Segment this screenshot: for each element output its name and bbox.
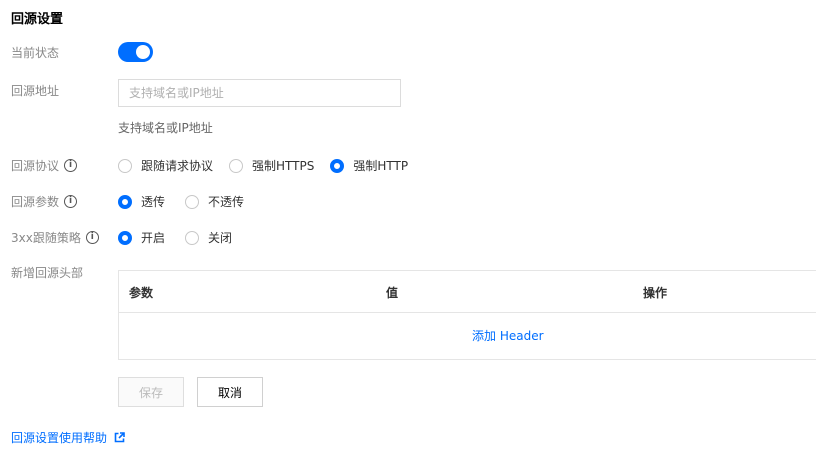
redirect-option-on[interactable]: 开启 [118,229,165,246]
radio-selected-icon [330,158,345,173]
status-label: 当前状态 [11,46,60,60]
info-icon[interactable]: i [64,159,78,172]
protocol-label-group: 回源协议 i [11,157,78,174]
protocol-label: 回源协议 [11,159,60,173]
add-header-link[interactable]: 添加 Header [472,327,544,344]
headers-table: 参数 值 操作 添加 Header [118,270,816,360]
cancel-button[interactable]: 取消 [197,377,263,407]
toggle-knob [136,45,150,59]
redirect-label-group: 3xx跟随策略 i [11,229,99,246]
table-header: 参数 值 操作 [119,271,816,313]
column-value: 值 [386,286,399,300]
redirect-label: 3xx跟随策略 [11,231,81,245]
column-param: 参数 [129,286,154,300]
address-label: 回源地址 [11,84,60,98]
info-icon[interactable]: i [64,195,78,208]
radio-icon [229,158,244,173]
column-action: 操作 [643,286,668,300]
help-link[interactable]: 回源设置使用帮助 [11,429,125,446]
protocol-option-https[interactable]: 强制HTTPS [229,157,314,174]
origin-address-input[interactable] [118,79,401,107]
protocol-option-http[interactable]: 强制HTTP [330,157,408,174]
radio-selected-icon [118,194,132,209]
status-toggle[interactable] [118,42,153,62]
redirect-option-off[interactable]: 关闭 [185,229,232,246]
protocol-radio-group: 跟随请求协议 强制HTTPS 强制HTTP [118,157,424,174]
save-button[interactable]: 保存 [118,377,184,407]
info-icon[interactable]: i [85,231,99,244]
radio-selected-icon [118,230,132,245]
help-link-label: 回源设置使用帮助 [11,431,108,445]
params-label: 回源参数 [11,195,60,209]
radio-icon [118,158,132,173]
external-link-icon [114,432,125,443]
params-option-pass[interactable]: 透传 [118,193,165,210]
radio-icon [185,230,200,245]
protocol-option-follow[interactable]: 跟随请求协议 [118,157,213,174]
params-radio-group: 透传 不透传 [118,193,260,210]
params-option-nopass[interactable]: 不透传 [185,193,244,210]
headers-label: 新增回源头部 [11,266,84,280]
radio-icon [185,194,200,209]
address-hint: 支持域名或IP地址 [118,121,213,135]
page-title: 回源设置 [11,12,64,27]
redirect-radio-group: 开启 关闭 [118,229,248,246]
params-label-group: 回源参数 i [11,193,78,210]
